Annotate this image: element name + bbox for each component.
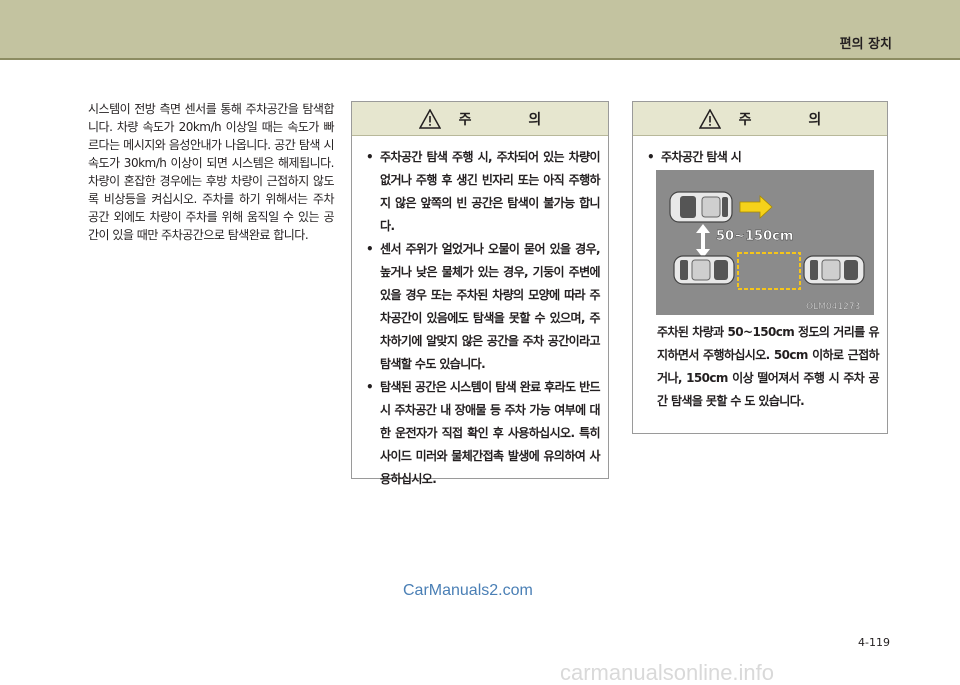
- site-watermark: carmanualsonline.info: [560, 660, 775, 685]
- intro-paragraph: 시스템이 전방 측면 센서를 통해 주차공간을 탐색합니다. 차량 속도가 20…: [88, 102, 335, 242]
- parked-car-left-icon: [673, 255, 735, 285]
- carmanuals-watermark: CarManuals2.com: [403, 582, 533, 599]
- caution-list-left: 주차공간 탐색 주행 시, 주차되어 있는 차량이 없거나 주행 후 생긴 빈자…: [352, 136, 608, 499]
- caution-item: 센서 주위가 얼었거나 오물이 묻어 있을 경우, 높거나 낮은 물체가 있는 …: [366, 238, 601, 376]
- distance-arrow-icon: [696, 224, 710, 258]
- header-rule: [0, 58, 960, 60]
- empty-parking-space: [737, 252, 801, 290]
- caution-item: 주차공간 탐색 주행 시, 주차되어 있는 차량이 없거나 주행 후 생긴 빈자…: [366, 146, 601, 238]
- parked-car-right-icon: [803, 255, 865, 285]
- caution-header-left: 주 의: [352, 102, 608, 136]
- moving-car-icon: [669, 191, 733, 223]
- caution-header-right: 주 의: [633, 102, 887, 136]
- caution-item: 주차공간 탐색 시: [647, 146, 879, 169]
- header-band: [0, 0, 960, 58]
- figure-code: OLM041273: [806, 302, 860, 312]
- caution-title-left: 주 의: [458, 111, 568, 128]
- section-title: 편의 장치: [839, 37, 892, 52]
- distance-label: 50~150cm: [716, 229, 793, 244]
- warning-triangle-icon: [698, 108, 721, 129]
- direction-arrow-icon: [739, 195, 773, 219]
- caution-item: 탐색된 공간은 시스템이 탐색 완료 후라도 반드시 주차공간 내 장애물 등 …: [366, 376, 601, 491]
- caution-title-right: 주 의: [738, 111, 848, 128]
- caution-box-left: 주 의 주차공간 탐색 주행 시, 주차되어 있는 차량이 없거나 주행 후 생…: [351, 101, 609, 486]
- caution-detail-text: 주차된 차량과 50~150cm 정도의 거리를 유지하면서 주행하십시오. 5…: [657, 325, 880, 408]
- warning-triangle-icon: [418, 108, 441, 129]
- parking-diagram: 50~150cm OLM041273: [656, 170, 874, 315]
- page-number: 4-119: [858, 636, 890, 649]
